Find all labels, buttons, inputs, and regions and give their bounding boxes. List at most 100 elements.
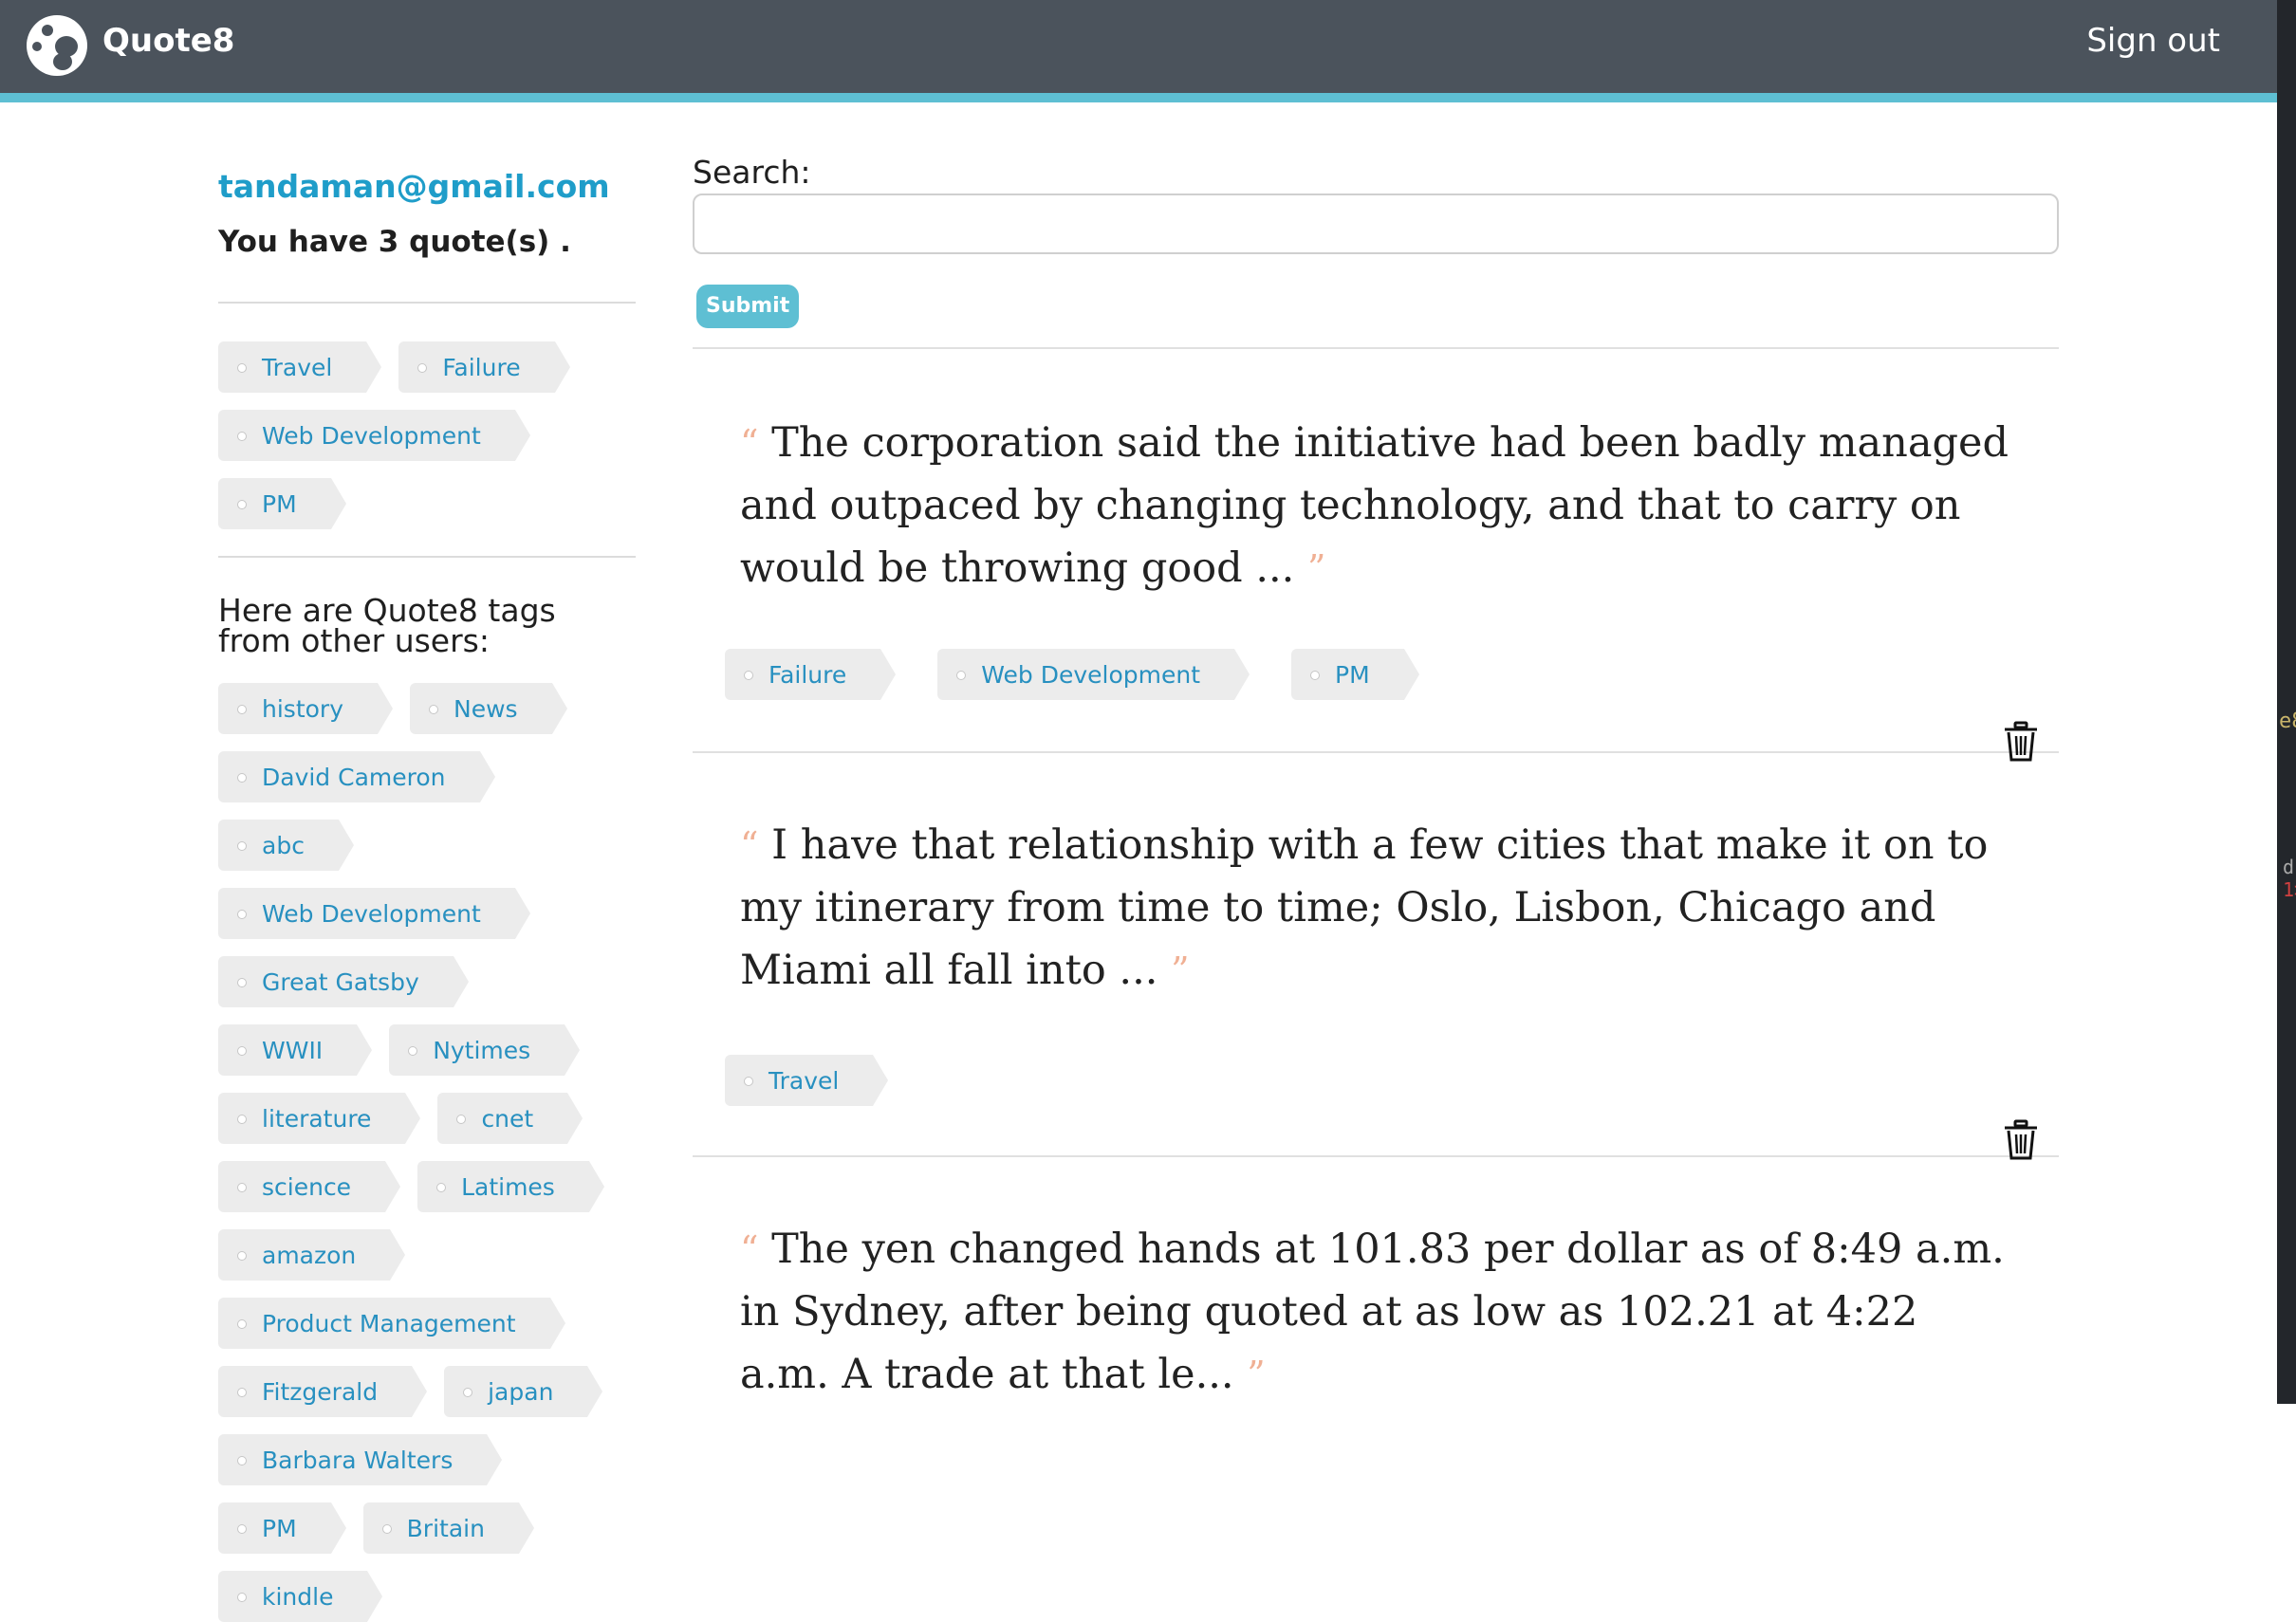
tag-product-management[interactable]: Product Management — [218, 1298, 565, 1349]
quote-tags: Travel — [693, 1055, 2059, 1106]
tag-label: Britain — [406, 1514, 485, 1542]
tag-abc[interactable]: abc — [218, 820, 354, 871]
sign-out-link[interactable]: Sign out — [2086, 19, 2220, 63]
tag-web-development[interactable]: Web Development — [218, 888, 530, 939]
tag-label: Fitzgerald — [262, 1377, 379, 1406]
tag-britain[interactable]: Britain — [362, 1502, 535, 1554]
sidebar-divider — [218, 302, 636, 304]
quote-tags: Failure Web Development PM — [693, 649, 2059, 700]
tag-bullet-icon — [417, 363, 428, 373]
other-tags-list: history News David Cameron abc Web Developme… — [218, 683, 636, 1622]
tag-bullet-icon — [237, 1115, 247, 1124]
quote-text: “ I have that relationship with a few ci… — [693, 814, 2059, 1002]
tag-label: Nytimes — [433, 1036, 531, 1064]
tag-label: kindle — [262, 1582, 334, 1611]
open-quote-mark: “ — [740, 824, 759, 866]
tag-bullet-icon — [956, 671, 967, 680]
tag-cnet[interactable]: cnet — [437, 1093, 583, 1144]
divider — [693, 1155, 2059, 1157]
tag-bullet-icon — [237, 1183, 247, 1192]
tag-label: Travel — [768, 1066, 840, 1095]
tag-bullet-icon — [456, 1115, 467, 1124]
divider — [693, 347, 2059, 349]
quote-card: “ The corporation said the initiative ha… — [693, 412, 2059, 762]
tag-label: PM — [262, 1514, 297, 1542]
tag-pm[interactable]: PM — [218, 478, 346, 529]
tag-travel[interactable]: Travel — [218, 341, 382, 393]
close-quote-mark: ” — [1307, 547, 1326, 589]
tag-history[interactable]: history — [218, 683, 393, 734]
tag-label: Web Development — [262, 899, 481, 928]
tag-bullet-icon — [237, 841, 247, 851]
tag-label: Product Management — [262, 1309, 516, 1337]
tag-label: Failure — [442, 353, 521, 381]
tag-literature[interactable]: literature — [218, 1093, 421, 1144]
tag-bullet-icon — [237, 500, 247, 509]
trash-icon[interactable] — [2002, 1119, 2040, 1161]
trash-icon[interactable] — [2002, 721, 2040, 763]
tag-label: Web Development — [981, 660, 1201, 689]
tag-latimes[interactable]: Latimes — [417, 1161, 604, 1212]
tag-fitzgerald[interactable]: Fitzgerald — [218, 1366, 428, 1417]
tag-label: News — [454, 694, 518, 723]
tag-bullet-icon — [237, 773, 247, 783]
tag-failure[interactable]: Failure — [725, 649, 897, 700]
quote-count: You have 3 quote(s) . — [218, 225, 571, 259]
tag-bullet-icon — [744, 1077, 753, 1086]
tag-news[interactable]: News — [410, 683, 567, 734]
quote-body: The yen changed hands at 101.83 per doll… — [740, 1226, 2005, 1398]
tag-bullet-icon — [463, 1388, 473, 1397]
tag-bullet-icon — [237, 1524, 247, 1534]
user-email[interactable]: tandaman@gmail.com — [218, 163, 636, 211]
search-label: Search: — [693, 154, 811, 191]
tag-japan[interactable]: japan — [444, 1366, 603, 1417]
tag-label: literature — [262, 1104, 372, 1133]
tag-bullet-icon — [429, 705, 438, 714]
tag-barbara-walters[interactable]: Barbara Walters — [218, 1434, 503, 1485]
tag-bullet-icon — [436, 1183, 447, 1192]
search-input[interactable] — [693, 194, 2059, 254]
tag-failure[interactable]: Failure — [398, 341, 570, 393]
sidebar: tandaman@gmail.com You have 3 quote(s) .… — [218, 152, 636, 1622]
tag-bullet-icon — [408, 1046, 418, 1056]
tag-science[interactable]: science — [218, 1161, 401, 1212]
tag-kindle[interactable]: kindle — [218, 1571, 383, 1622]
tag-bullet-icon — [237, 910, 247, 919]
tag-bullet-icon — [237, 432, 247, 441]
tag-bullet-icon — [237, 363, 247, 373]
quote8-logo-icon[interactable] — [27, 15, 87, 76]
tag-web-development[interactable]: Web Development — [218, 410, 530, 461]
tag-bullet-icon — [237, 705, 247, 714]
tag-label: japan — [488, 1377, 554, 1406]
tag-label: history — [262, 694, 343, 723]
tag-label: Web Development — [262, 421, 481, 450]
tag-label: PM — [1335, 660, 1370, 689]
my-tags-list: Travel Failure Web Development PM — [218, 341, 636, 529]
tag-pm[interactable]: PM — [218, 1502, 346, 1554]
tag-label: science — [262, 1172, 352, 1201]
close-quote-mark: ” — [1171, 949, 1190, 991]
tag-bullet-icon — [1310, 671, 1321, 680]
tag-label: abc — [262, 831, 305, 859]
tag-pm[interactable]: PM — [1291, 649, 1419, 700]
tag-web-development[interactable]: Web Development — [937, 649, 1250, 700]
tag-label: amazon — [262, 1241, 357, 1269]
close-quote-mark: ” — [1247, 1354, 1266, 1395]
tag-bullet-icon — [237, 1456, 247, 1465]
devtools-edge: e8 d 1> — [2277, 0, 2296, 1404]
tag-amazon[interactable]: amazon — [218, 1229, 406, 1281]
brand-name[interactable]: Quote8 — [102, 19, 234, 63]
tag-bullet-icon — [237, 1046, 247, 1056]
tag-label: Latimes — [461, 1172, 555, 1201]
tag-david-cameron[interactable]: David Cameron — [218, 751, 495, 802]
tag-wwii[interactable]: WWII — [218, 1024, 373, 1076]
tag-great-gatsby[interactable]: Great Gatsby — [218, 956, 469, 1007]
open-quote-mark: “ — [740, 422, 759, 464]
quote-body: I have that relationship with a few citi… — [740, 821, 1989, 994]
submit-button[interactable]: Submit — [696, 285, 800, 328]
tag-bullet-icon — [237, 1251, 247, 1261]
tag-travel[interactable]: Travel — [725, 1055, 889, 1106]
tag-bullet-icon — [237, 978, 247, 987]
main-content: Search: Submit “ The corporation said th… — [693, 152, 2059, 1406]
tag-nytimes[interactable]: Nytimes — [389, 1024, 581, 1076]
